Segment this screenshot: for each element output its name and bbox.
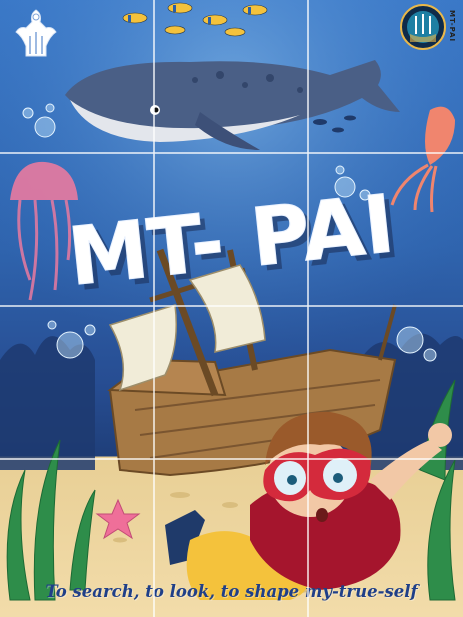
underwater-scene (0, 0, 463, 601)
seal-logo-icon: MT-PAI (400, 4, 458, 58)
seal-text: MT-PAI (448, 10, 456, 43)
starfish-icon (95, 498, 141, 540)
cover-title: MT- PAI MT- PAI (0, 177, 463, 310)
cover-tagline: To search, to look, to shape my-true-sel… (45, 582, 418, 601)
book-cover: MT-PAI MT- PAI MT- PAI To search, to loo… (0, 0, 463, 617)
bird-emblem-icon (12, 6, 60, 60)
